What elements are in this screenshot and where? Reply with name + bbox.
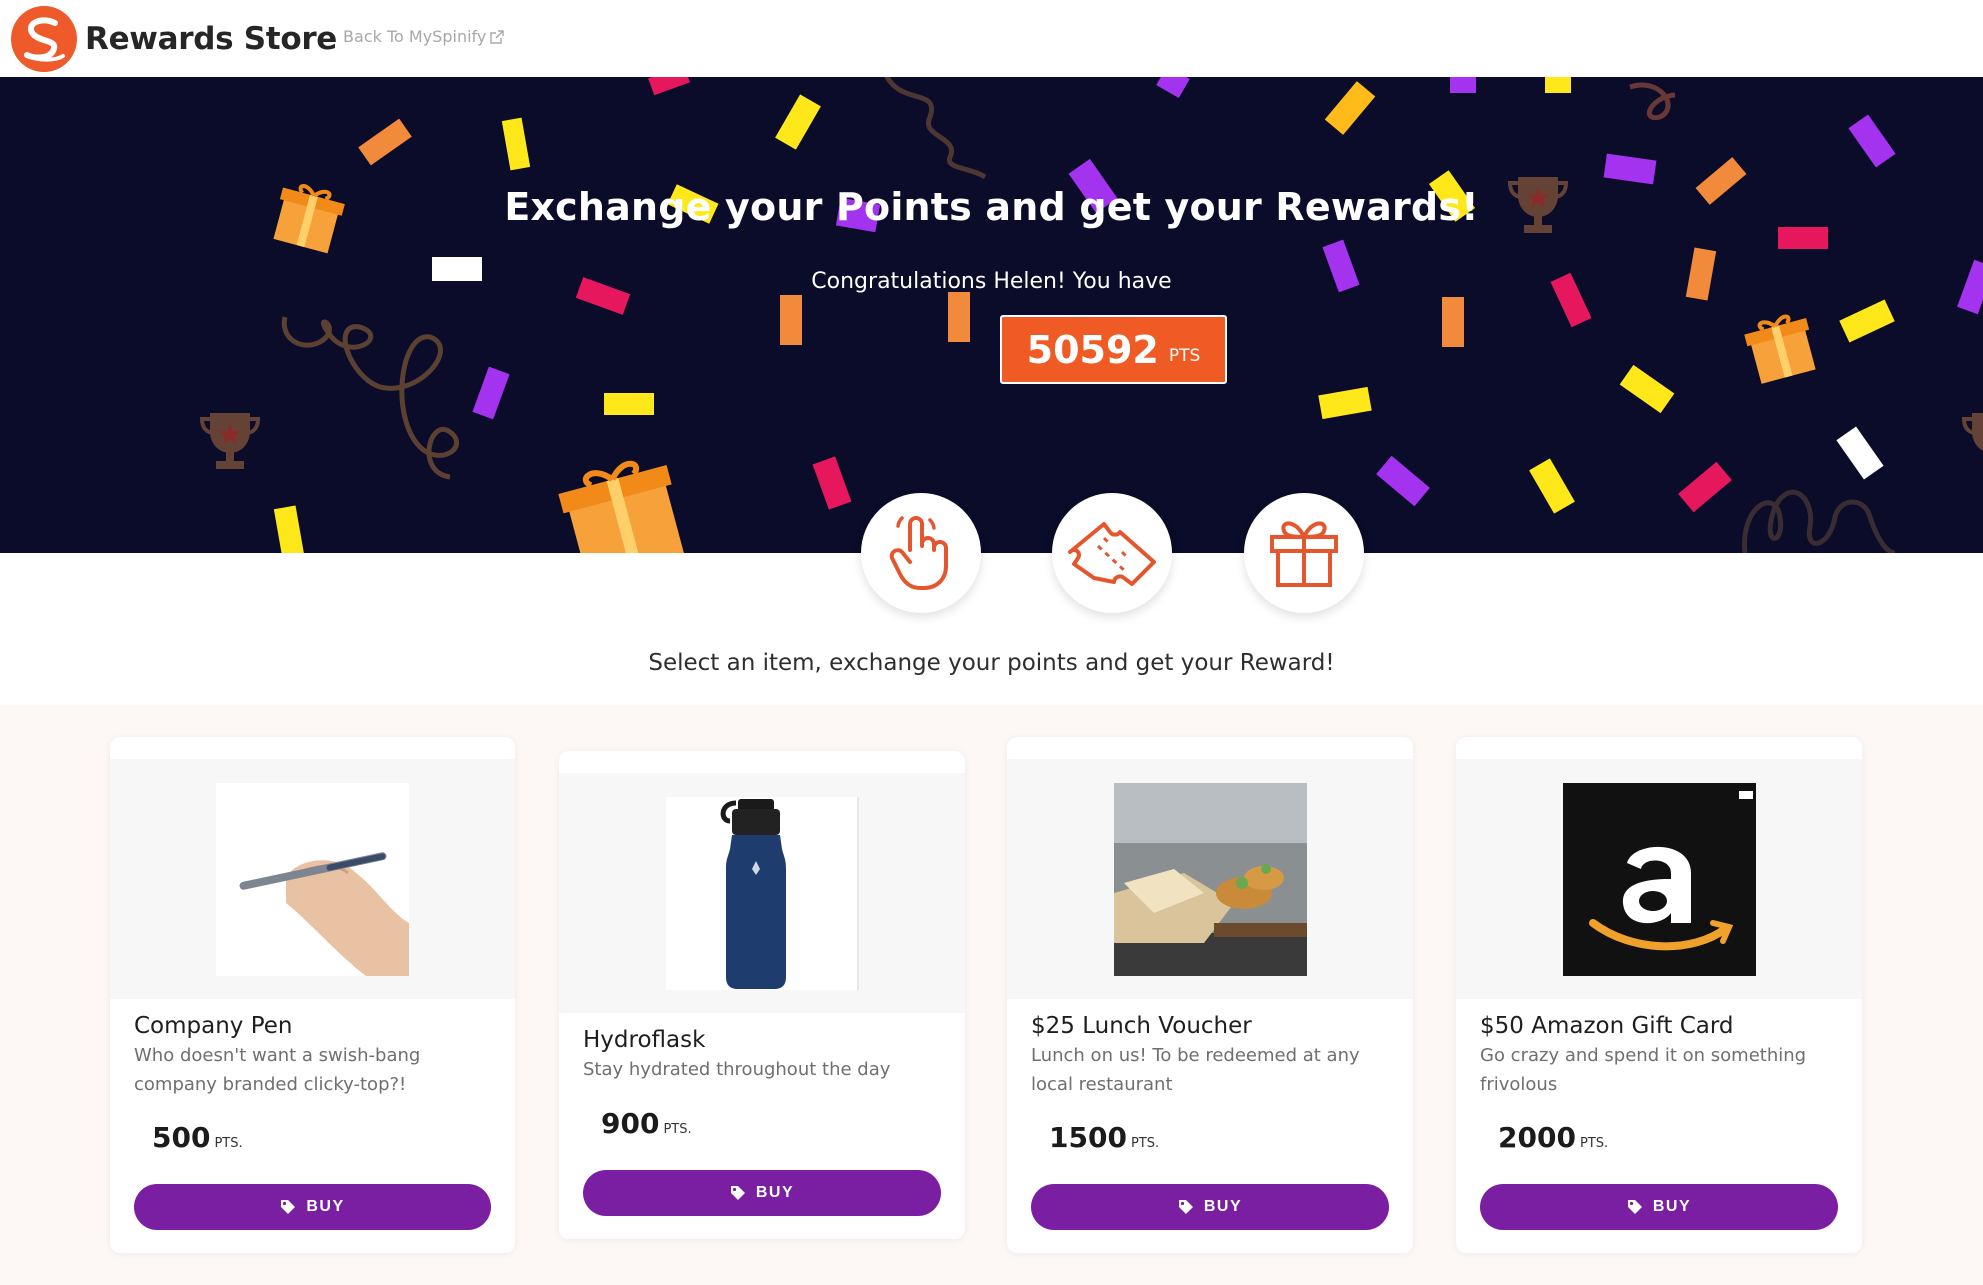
hand-pointer-icon (889, 516, 948, 590)
step-exchange-points (1052, 493, 1172, 613)
buy-label: BUY (755, 1184, 795, 1201)
spinify-logo-icon[interactable] (11, 5, 77, 72)
product-price: 500 PTS. (152, 1121, 243, 1154)
tag-icon (281, 1200, 296, 1214)
external-link-icon (490, 29, 505, 44)
product-title: Hydroflask (583, 1027, 706, 1053)
buy-button-company-pen[interactable]: BUY (134, 1184, 491, 1230)
price-unit: PTS. (1130, 1136, 1160, 1151)
product-title: Company Pen (134, 1013, 293, 1039)
product-price: 900 PTS. (601, 1107, 692, 1140)
back-link-label: Back To MySpinify (343, 27, 487, 46)
back-to-myspinify-link[interactable]: Back To MySpinify (343, 27, 505, 46)
price-value: 2000 (1498, 1121, 1576, 1154)
hero-banner: Exchange your Points and get your Reward… (0, 77, 1983, 553)
price-unit: PTS. (1579, 1136, 1609, 1151)
product-image-pen (216, 782, 409, 976)
brand-title: Rewards Store (85, 20, 338, 57)
product-card-hydroflask: Hydroflask Stay hydrated throughout the … (559, 751, 965, 1239)
price-value: 1500 (1049, 1121, 1127, 1154)
price-value: 500 (152, 1121, 211, 1154)
product-description: Lunch on us! To be redeemed at any local… (1031, 1045, 1360, 1095)
product-image-hydroflask (665, 796, 859, 990)
step-get-reward (1244, 493, 1364, 613)
buy-label: BUY (306, 1198, 345, 1215)
tag-icon (1627, 1200, 1642, 1214)
gift-icon (1270, 521, 1338, 587)
product-card-company-pen: Company Pen Who doesn't want a swish-ban… (110, 737, 515, 1253)
product-image-area (110, 759, 515, 999)
tag-icon (730, 1186, 745, 1200)
product-image-area (559, 773, 965, 1013)
buy-button-lunch-voucher[interactable]: BUY (1031, 1184, 1389, 1230)
tag-icon (1178, 1200, 1193, 1214)
buy-label: BUY (1203, 1198, 1243, 1215)
product-image-lunch (1113, 782, 1307, 976)
product-price: 2000 PTS. (1498, 1121, 1608, 1154)
confetti-decoration (199, 77, 1983, 553)
buy-label: BUY (1652, 1198, 1692, 1215)
product-price: 1500 PTS. (1049, 1121, 1159, 1154)
product-title: $25 Lunch Voucher (1031, 1013, 1252, 1039)
price-unit: PTS. (214, 1136, 243, 1151)
top-bar: Rewards Store Back To MySpinify (0, 0, 1983, 77)
product-image-area (1456, 759, 1862, 999)
hero-subtitle: Congratulations Helen! You have (811, 269, 1172, 294)
product-card-amazon-gift-card: $50 Amazon Gift Card Go crazy and spend … (1456, 737, 1862, 1253)
ticket-icon (1068, 522, 1156, 586)
product-title: $50 Amazon Gift Card (1480, 1013, 1734, 1039)
price-unit: PTS. (663, 1122, 692, 1137)
points-unit: PTS (1168, 345, 1201, 366)
step-select-item (861, 493, 981, 613)
tagline: Select an item, exchange your points and… (648, 650, 1335, 676)
product-description: Go crazy and spend it on something frivo… (1480, 1045, 1807, 1095)
price-value: 900 (601, 1107, 660, 1140)
product-image-amazon (1562, 782, 1756, 976)
buy-button-amazon-gift-card[interactable]: BUY (1480, 1184, 1838, 1230)
product-card-lunch-voucher: $25 Lunch Voucher Lunch on us! To be red… (1007, 737, 1413, 1253)
points-value: 50592 (1026, 327, 1159, 372)
points-balance: 50592 PTS (1000, 315, 1227, 384)
products-grid: Company Pen Who doesn't want a swish-ban… (0, 705, 1983, 1285)
product-image-area (1007, 759, 1413, 999)
product-description: Stay hydrated throughout the day (583, 1059, 891, 1080)
hero-title: Exchange your Points and get your Reward… (504, 185, 1479, 229)
buy-button-hydroflask[interactable]: BUY (583, 1170, 941, 1216)
product-description: Who doesn't want a swish-bang company br… (134, 1045, 421, 1095)
